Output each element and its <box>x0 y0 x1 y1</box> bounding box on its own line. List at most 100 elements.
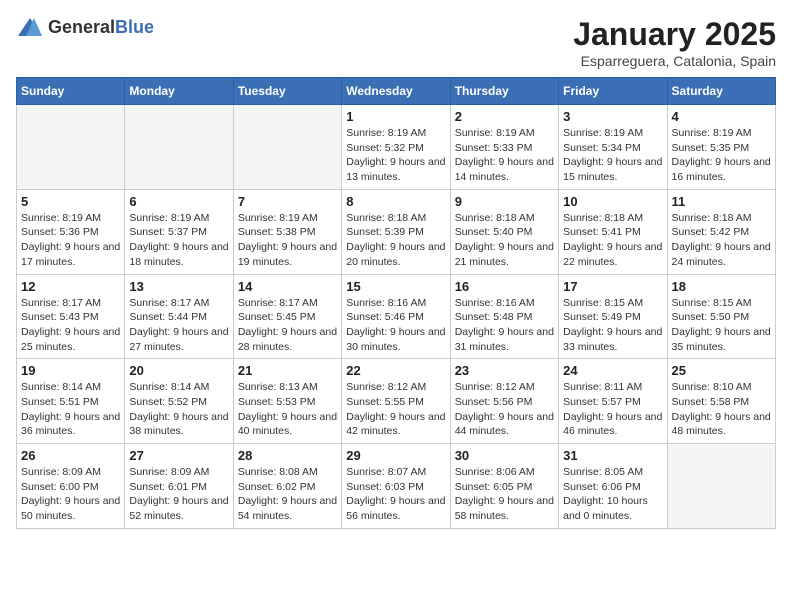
day-number: 14 <box>238 279 337 294</box>
calendar-cell: 12Sunrise: 8:17 AMSunset: 5:43 PMDayligh… <box>17 274 125 359</box>
subtitle: Esparreguera, Catalonia, Spain <box>573 53 776 69</box>
day-info: Sunrise: 8:09 AMSunset: 6:00 PMDaylight:… <box>21 465 120 524</box>
calendar-cell: 29 Sunrise: 8:07 AMSunset: 6:03 PMDayligh… <box>342 444 450 529</box>
main-title: January 2025 <box>573 16 776 53</box>
day-info: Sunrise: 8:10 AMSunset: 5:58 PMDaylight:… <box>672 380 771 439</box>
day-info: Sunrise: 8:19 AMSunset: 5:34 PMDaylight:… <box>563 126 662 185</box>
day-number: 2 <box>455 109 554 124</box>
day-number: 16 <box>455 279 554 294</box>
calendar-cell: 28 Sunrise: 8:08 AMSunset: 6:02 PMDayligh… <box>233 444 341 529</box>
day-info: Sunrise: 8:18 AMSunset: 5:40 PMDaylight:… <box>455 211 554 270</box>
calendar-cell: 31 Sunrise: 8:05 AMSunset: 6:06 PMDayligh… <box>559 444 667 529</box>
day-info: Sunrise: 8:05 AMSunset: 6:06 PMDaylight:… <box>563 465 662 524</box>
calendar-cell <box>667 444 775 529</box>
day-info: Sunrise: 8:19 AMSunset: 5:38 PMDaylight:… <box>238 211 337 270</box>
day-number: 27 <box>129 448 228 463</box>
calendar-cell: 17 Sunrise: 8:15 AMSunset: 5:49 PMDayligh… <box>559 274 667 359</box>
day-number: 26 <box>21 448 120 463</box>
day-number: 3 <box>563 109 662 124</box>
calendar-cell <box>125 105 233 190</box>
calendar-cell: 3 Sunrise: 8:19 AMSunset: 5:34 PMDaylight… <box>559 105 667 190</box>
day-info: Sunrise: 8:16 AMSunset: 5:48 PMDaylight:… <box>455 296 554 355</box>
calendar-cell: 4Sunrise: 8:19 AMSunset: 5:35 PMDaylight… <box>667 105 775 190</box>
day-number: 7 <box>238 194 337 209</box>
day-info: Sunrise: 8:19 AMSunset: 5:37 PMDaylight:… <box>129 211 228 270</box>
day-number: 18 <box>672 279 771 294</box>
calendar-cell <box>233 105 341 190</box>
day-number: 23 <box>455 363 554 378</box>
title-area: January 2025 Esparreguera, Catalonia, Sp… <box>573 16 776 69</box>
day-number: 13 <box>129 279 228 294</box>
day-info: Sunrise: 8:19 AMSunset: 5:32 PMDaylight:… <box>346 126 445 185</box>
calendar-table: SundayMondayTuesdayWednesdayThursdayFrid… <box>16 77 776 529</box>
day-info: Sunrise: 8:09 AMSunset: 6:01 PMDaylight:… <box>129 465 228 524</box>
calendar-week-row: 19Sunrise: 8:14 AMSunset: 5:51 PMDayligh… <box>17 359 776 444</box>
calendar-cell: 9 Sunrise: 8:18 AMSunset: 5:40 PMDaylight… <box>450 189 558 274</box>
calendar-week-row: 26 Sunrise: 8:09 AMSunset: 6:00 PMDayligh… <box>17 444 776 529</box>
calendar-week-row: 5Sunrise: 8:19 AMSunset: 5:36 PMDaylight… <box>17 189 776 274</box>
calendar-cell: 6 Sunrise: 8:19 AMSunset: 5:37 PMDaylight… <box>125 189 233 274</box>
day-info: Sunrise: 8:17 AMSunset: 5:43 PMDaylight:… <box>21 296 120 355</box>
calendar-cell: 13Sunrise: 8:17 AMSunset: 5:44 PMDayligh… <box>125 274 233 359</box>
calendar-week-row: 1 Sunrise: 8:19 AMSunset: 5:32 PMDaylight… <box>17 105 776 190</box>
day-number: 17 <box>563 279 662 294</box>
day-number: 19 <box>21 363 120 378</box>
weekday-header-sunday: Sunday <box>17 78 125 105</box>
day-number: 8 <box>346 194 445 209</box>
logo-icon <box>16 16 44 38</box>
calendar-cell: 22Sunrise: 8:12 AMSunset: 5:55 PMDayligh… <box>342 359 450 444</box>
day-info: Sunrise: 8:19 AMSunset: 5:33 PMDaylight:… <box>455 126 554 185</box>
day-number: 4 <box>672 109 771 124</box>
calendar-cell: 14 Sunrise: 8:17 AMSunset: 5:45 PMDayligh… <box>233 274 341 359</box>
weekday-header-row: SundayMondayTuesdayWednesdayThursdayFrid… <box>17 78 776 105</box>
day-number: 25 <box>672 363 771 378</box>
calendar-cell: 25 Sunrise: 8:10 AMSunset: 5:58 PMDayligh… <box>667 359 775 444</box>
weekday-header-monday: Monday <box>125 78 233 105</box>
day-number: 11 <box>672 194 771 209</box>
calendar-cell: 20Sunrise: 8:14 AMSunset: 5:52 PMDayligh… <box>125 359 233 444</box>
day-info: Sunrise: 8:07 AMSunset: 6:03 PMDaylight:… <box>346 465 445 524</box>
day-number: 21 <box>238 363 337 378</box>
day-info: Sunrise: 8:12 AMSunset: 5:56 PMDaylight:… <box>455 380 554 439</box>
page-header: GeneralBlue January 2025 Esparreguera, C… <box>16 16 776 69</box>
calendar-cell: 19Sunrise: 8:14 AMSunset: 5:51 PMDayligh… <box>17 359 125 444</box>
day-info: Sunrise: 8:13 AMSunset: 5:53 PMDaylight:… <box>238 380 337 439</box>
day-info: Sunrise: 8:16 AMSunset: 5:46 PMDaylight:… <box>346 296 445 355</box>
calendar-cell: 30Sunrise: 8:06 AMSunset: 6:05 PMDayligh… <box>450 444 558 529</box>
day-number: 10 <box>563 194 662 209</box>
calendar-cell: 18 Sunrise: 8:15 AMSunset: 5:50 PMDayligh… <box>667 274 775 359</box>
day-number: 6 <box>129 194 228 209</box>
calendar-cell: 10 Sunrise: 8:18 AMSunset: 5:41 PMDayligh… <box>559 189 667 274</box>
day-number: 15 <box>346 279 445 294</box>
day-info: Sunrise: 8:15 AMSunset: 5:50 PMDaylight:… <box>672 296 771 355</box>
calendar-cell: 2 Sunrise: 8:19 AMSunset: 5:33 PMDaylight… <box>450 105 558 190</box>
calendar-cell: 24Sunrise: 8:11 AMSunset: 5:57 PMDayligh… <box>559 359 667 444</box>
calendar-cell: 1 Sunrise: 8:19 AMSunset: 5:32 PMDaylight… <box>342 105 450 190</box>
calendar-cell: 15 Sunrise: 8:16 AMSunset: 5:46 PMDayligh… <box>342 274 450 359</box>
weekday-header-saturday: Saturday <box>667 78 775 105</box>
day-number: 28 <box>238 448 337 463</box>
calendar-cell <box>17 105 125 190</box>
weekday-header-friday: Friday <box>559 78 667 105</box>
calendar-cell: 7 Sunrise: 8:19 AMSunset: 5:38 PMDaylight… <box>233 189 341 274</box>
day-info: Sunrise: 8:17 AMSunset: 5:45 PMDaylight:… <box>238 296 337 355</box>
day-number: 9 <box>455 194 554 209</box>
weekday-header-wednesday: Wednesday <box>342 78 450 105</box>
calendar-cell: 23 Sunrise: 8:12 AMSunset: 5:56 PMDayligh… <box>450 359 558 444</box>
weekday-header-tuesday: Tuesday <box>233 78 341 105</box>
day-number: 1 <box>346 109 445 124</box>
day-number: 24 <box>563 363 662 378</box>
day-number: 31 <box>563 448 662 463</box>
logo: GeneralBlue <box>16 16 154 38</box>
day-info: Sunrise: 8:08 AMSunset: 6:02 PMDaylight:… <box>238 465 337 524</box>
logo-text: GeneralBlue <box>48 17 154 38</box>
day-number: 29 <box>346 448 445 463</box>
calendar-week-row: 12Sunrise: 8:17 AMSunset: 5:43 PMDayligh… <box>17 274 776 359</box>
calendar-cell: 26 Sunrise: 8:09 AMSunset: 6:00 PMDayligh… <box>17 444 125 529</box>
day-info: Sunrise: 8:15 AMSunset: 5:49 PMDaylight:… <box>563 296 662 355</box>
calendar-cell: 21 Sunrise: 8:13 AMSunset: 5:53 PMDayligh… <box>233 359 341 444</box>
calendar-cell: 16 Sunrise: 8:16 AMSunset: 5:48 PMDayligh… <box>450 274 558 359</box>
day-info: Sunrise: 8:19 AMSunset: 5:36 PMDaylight:… <box>21 211 120 270</box>
day-info: Sunrise: 8:18 AMSunset: 5:41 PMDaylight:… <box>563 211 662 270</box>
day-info: Sunrise: 8:14 AMSunset: 5:52 PMDaylight:… <box>129 380 228 439</box>
